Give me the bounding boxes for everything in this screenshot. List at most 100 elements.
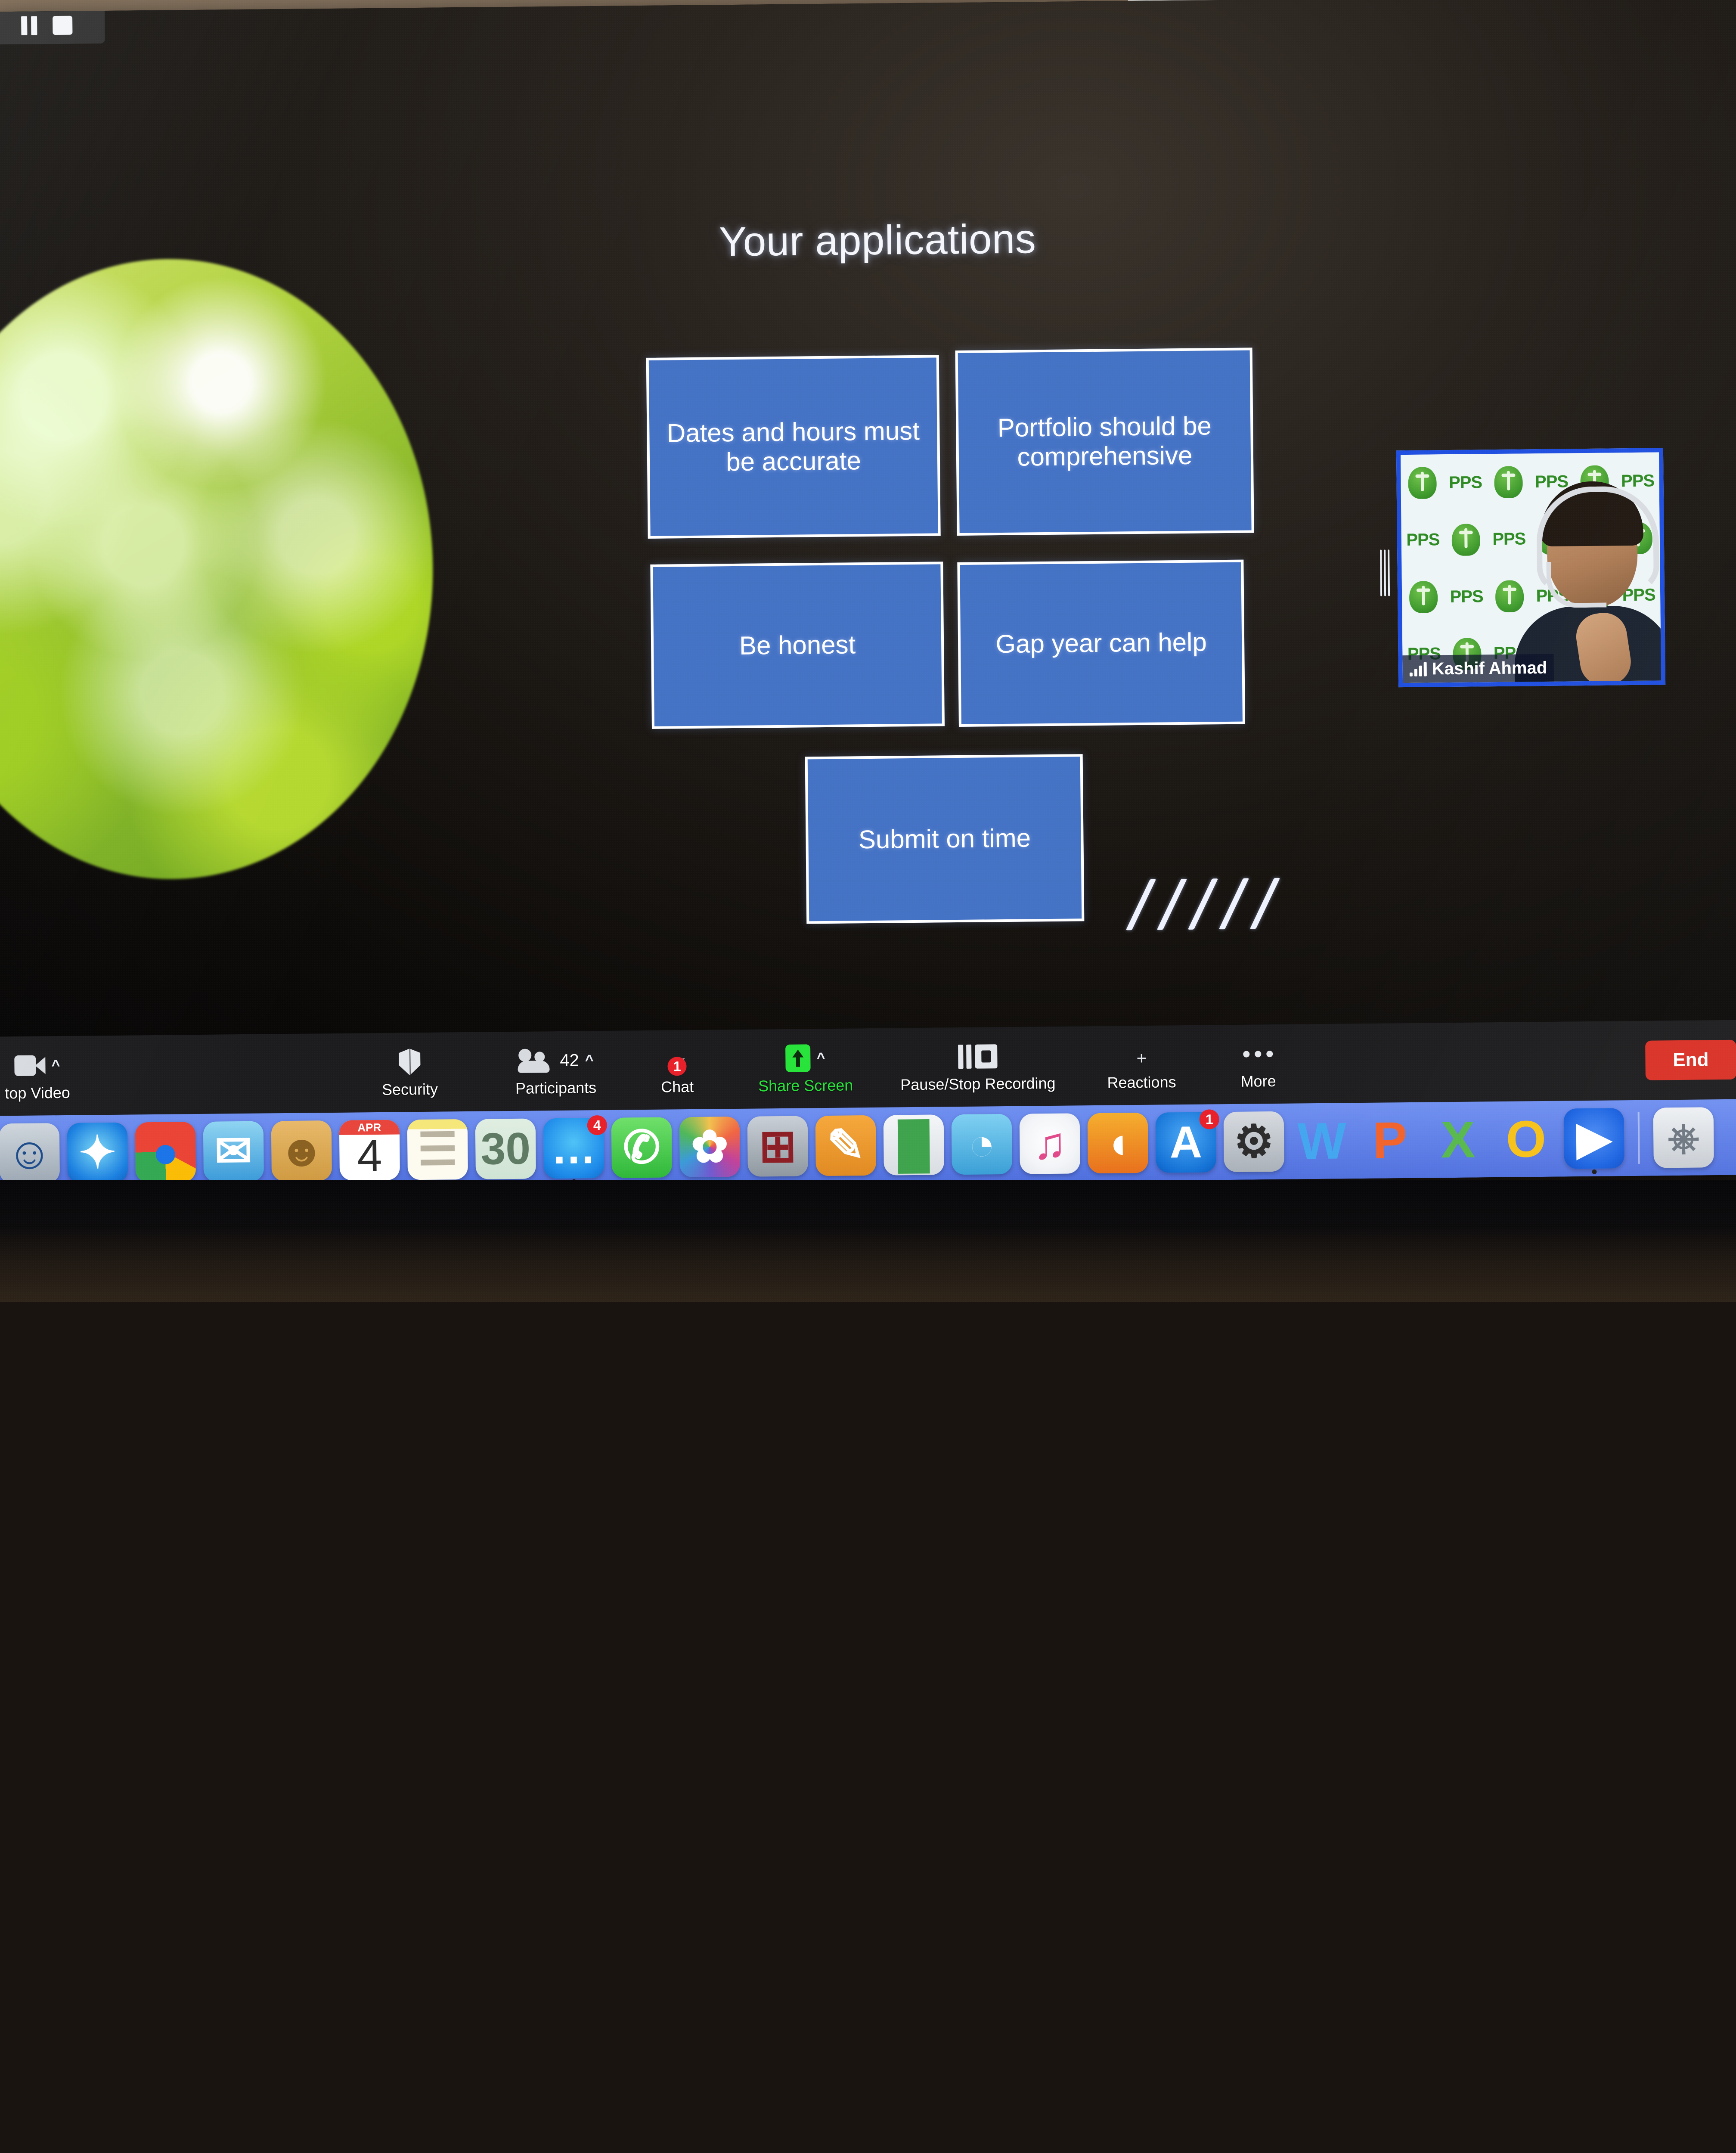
- dock-item-app-store[interactable]: A1: [1155, 1109, 1219, 1173]
- reactions-button[interactable]: + Reactions: [1107, 1039, 1176, 1092]
- pause-stop-recording-button[interactable]: Pause/Stop Recording: [900, 1040, 1056, 1094]
- pps-logo-icon: [1494, 466, 1523, 499]
- video-camera-icon[interactable]: [14, 1055, 45, 1076]
- stop-video-label: top Video: [5, 1083, 70, 1102]
- safari-glyph: ✦: [78, 1127, 117, 1178]
- chat-label: Chat: [660, 1077, 694, 1096]
- share-screen-icon[interactable]: [785, 1044, 811, 1072]
- shield-icon[interactable]: [399, 1049, 421, 1075]
- chat-button[interactable]: 1 Chat: [660, 1043, 694, 1096]
- maps-glyph: 30: [480, 1123, 531, 1174]
- security-button[interactable]: Security: [381, 1046, 438, 1099]
- slide-decorative-photo: [0, 256, 436, 882]
- pps-logo-icon: [1495, 580, 1524, 613]
- dock-item-books[interactable]: ◖: [1087, 1112, 1148, 1174]
- dock-item-calendar[interactable]: APR 4: [339, 1120, 400, 1181]
- plus-icon: +: [1136, 1049, 1147, 1068]
- chevron-up-icon[interactable]: ^: [51, 1057, 60, 1073]
- finder-glyph: ☺: [6, 1128, 53, 1179]
- dock-item-google-chrome[interactable]: ●: [135, 1122, 196, 1188]
- mail-glyph: ✉: [214, 1126, 253, 1177]
- share-screen-button[interactable]: ^ Share Screen: [758, 1042, 853, 1095]
- pps-logo-icon: [1451, 524, 1481, 556]
- facetime-glyph: ✆: [623, 1122, 661, 1173]
- dock-item-numbers[interactable]: █: [883, 1114, 944, 1176]
- zoom-glyph: ▶: [1576, 1113, 1612, 1164]
- photo-booth-glyph: ⊞: [759, 1121, 797, 1172]
- participants-count: 42: [560, 1050, 579, 1070]
- dock-item-notes[interactable]: ☰: [407, 1119, 468, 1180]
- stop-icon[interactable]: [52, 16, 72, 35]
- share-screen-label: Share Screen: [758, 1076, 853, 1095]
- participant-avatar: [1514, 476, 1666, 688]
- chat-unread-badge: 1: [667, 1057, 687, 1076]
- pps-label: PPS: [1492, 529, 1526, 549]
- notes-glyph: ☰: [417, 1124, 458, 1175]
- google-chrome-glyph: ●: [152, 1127, 180, 1178]
- slide-title: Your applications: [719, 216, 1036, 265]
- microphone-boom-icon: [1546, 561, 1607, 608]
- dock-item-facetime[interactable]: ✆: [611, 1117, 672, 1178]
- calendar-month-label: APR: [339, 1120, 400, 1135]
- dock-item-safari[interactable]: ✦: [67, 1122, 128, 1189]
- more-label: More: [1240, 1072, 1276, 1090]
- dock-item-trash[interactable]: ⎈: [1653, 1107, 1714, 1168]
- messages-glyph: …: [551, 1123, 596, 1174]
- end-meeting-button[interactable]: End: [1645, 1039, 1736, 1080]
- pages-glyph: ✎: [827, 1120, 865, 1171]
- trash-icon: ⎈: [1667, 1115, 1700, 1160]
- pps-label: PPS: [1450, 587, 1483, 606]
- microsoft-word-glyph: W: [1297, 1112, 1347, 1170]
- dock-item-microsoft-powerpoint[interactable]: P: [1360, 1110, 1420, 1171]
- stop-video-button[interactable]: ^ top Video: [0, 1049, 102, 1103]
- slide-box-be-honest: Be honest: [650, 562, 945, 729]
- calendar-day-label: 4: [357, 1130, 382, 1181]
- microsoft-outlook-glyph: O: [1505, 1110, 1547, 1168]
- dock-item-microsoft-excel[interactable]: X: [1428, 1109, 1488, 1170]
- dock-item-pages[interactable]: ✎: [815, 1115, 876, 1176]
- dock-badge-messages: 4: [587, 1115, 608, 1135]
- chevron-up-icon[interactable]: ^: [585, 1052, 594, 1068]
- people-icon[interactable]: [518, 1049, 552, 1073]
- laptop-screen: Your applications Dates and hours must b…: [0, 0, 1736, 1192]
- stop-icon[interactable]: [975, 1044, 998, 1069]
- participant-video-thumbnail[interactable]: PPS PPS PPS PPS PPS PPS PPS PPS PPS PPS: [1396, 448, 1666, 688]
- dock-item-photos[interactable]: ✿: [679, 1116, 740, 1178]
- dock-item-zoom[interactable]: ▶: [1563, 1108, 1624, 1174]
- ellipsis-icon[interactable]: [1243, 1050, 1273, 1058]
- dock-separator: [1637, 1112, 1640, 1164]
- slide-box-dates: Dates and hours must be accurate: [646, 355, 941, 539]
- dock-item-microsoft-word[interactable]: W: [1292, 1111, 1352, 1171]
- diagonal-stripes-icon: [1125, 878, 1280, 931]
- dock-item-photo-booth[interactable]: ⊞: [747, 1116, 808, 1177]
- dock-item-keynote[interactable]: ◔: [951, 1114, 1012, 1175]
- system-preferences-glyph: ⚙: [1234, 1117, 1274, 1167]
- chevron-up-icon[interactable]: ^: [816, 1050, 825, 1066]
- books-glyph: ◖: [1104, 1118, 1132, 1168]
- participants-button[interactable]: 42 ^ Participants: [515, 1044, 596, 1098]
- pause-icon[interactable]: [958, 1044, 972, 1069]
- dock-item-mail[interactable]: ✉: [203, 1121, 264, 1188]
- dock-item-system-preferences[interactable]: ⚙: [1223, 1111, 1284, 1173]
- more-button[interactable]: More: [1240, 1038, 1276, 1091]
- reactions-label: Reactions: [1107, 1073, 1176, 1092]
- contacts-glyph: ☻: [278, 1126, 326, 1176]
- microsoft-powerpoint-glyph: P: [1372, 1111, 1407, 1170]
- keynote-glyph: ◔: [968, 1119, 996, 1170]
- dock-item-finder[interactable]: ☺: [0, 1123, 60, 1189]
- zoom-shared-screen: Your applications Dates and hours must b…: [0, 0, 1736, 1037]
- dock-badge-app-store: 1: [1199, 1109, 1219, 1129]
- dock-item-contacts[interactable]: ☻: [271, 1120, 332, 1182]
- participants-label: Participants: [515, 1079, 597, 1097]
- dock-item-microsoft-outlook[interactable]: O: [1496, 1109, 1556, 1170]
- floating-recording-control[interactable]: [0, 6, 105, 45]
- dock-item-maps[interactable]: 30: [475, 1118, 536, 1179]
- thumbnail-drag-handle[interactable]: [1380, 549, 1390, 596]
- dock-item-messages[interactable]: … 4: [543, 1115, 608, 1184]
- app-store-glyph: A: [1169, 1117, 1203, 1168]
- photos-glyph: ✿: [691, 1122, 729, 1173]
- pause-icon[interactable]: [21, 16, 37, 35]
- pause-stop-recording-label: Pause/Stop Recording: [900, 1074, 1056, 1094]
- dock-item-itunes[interactable]: ♫: [1019, 1113, 1080, 1174]
- security-label: Security: [381, 1080, 438, 1098]
